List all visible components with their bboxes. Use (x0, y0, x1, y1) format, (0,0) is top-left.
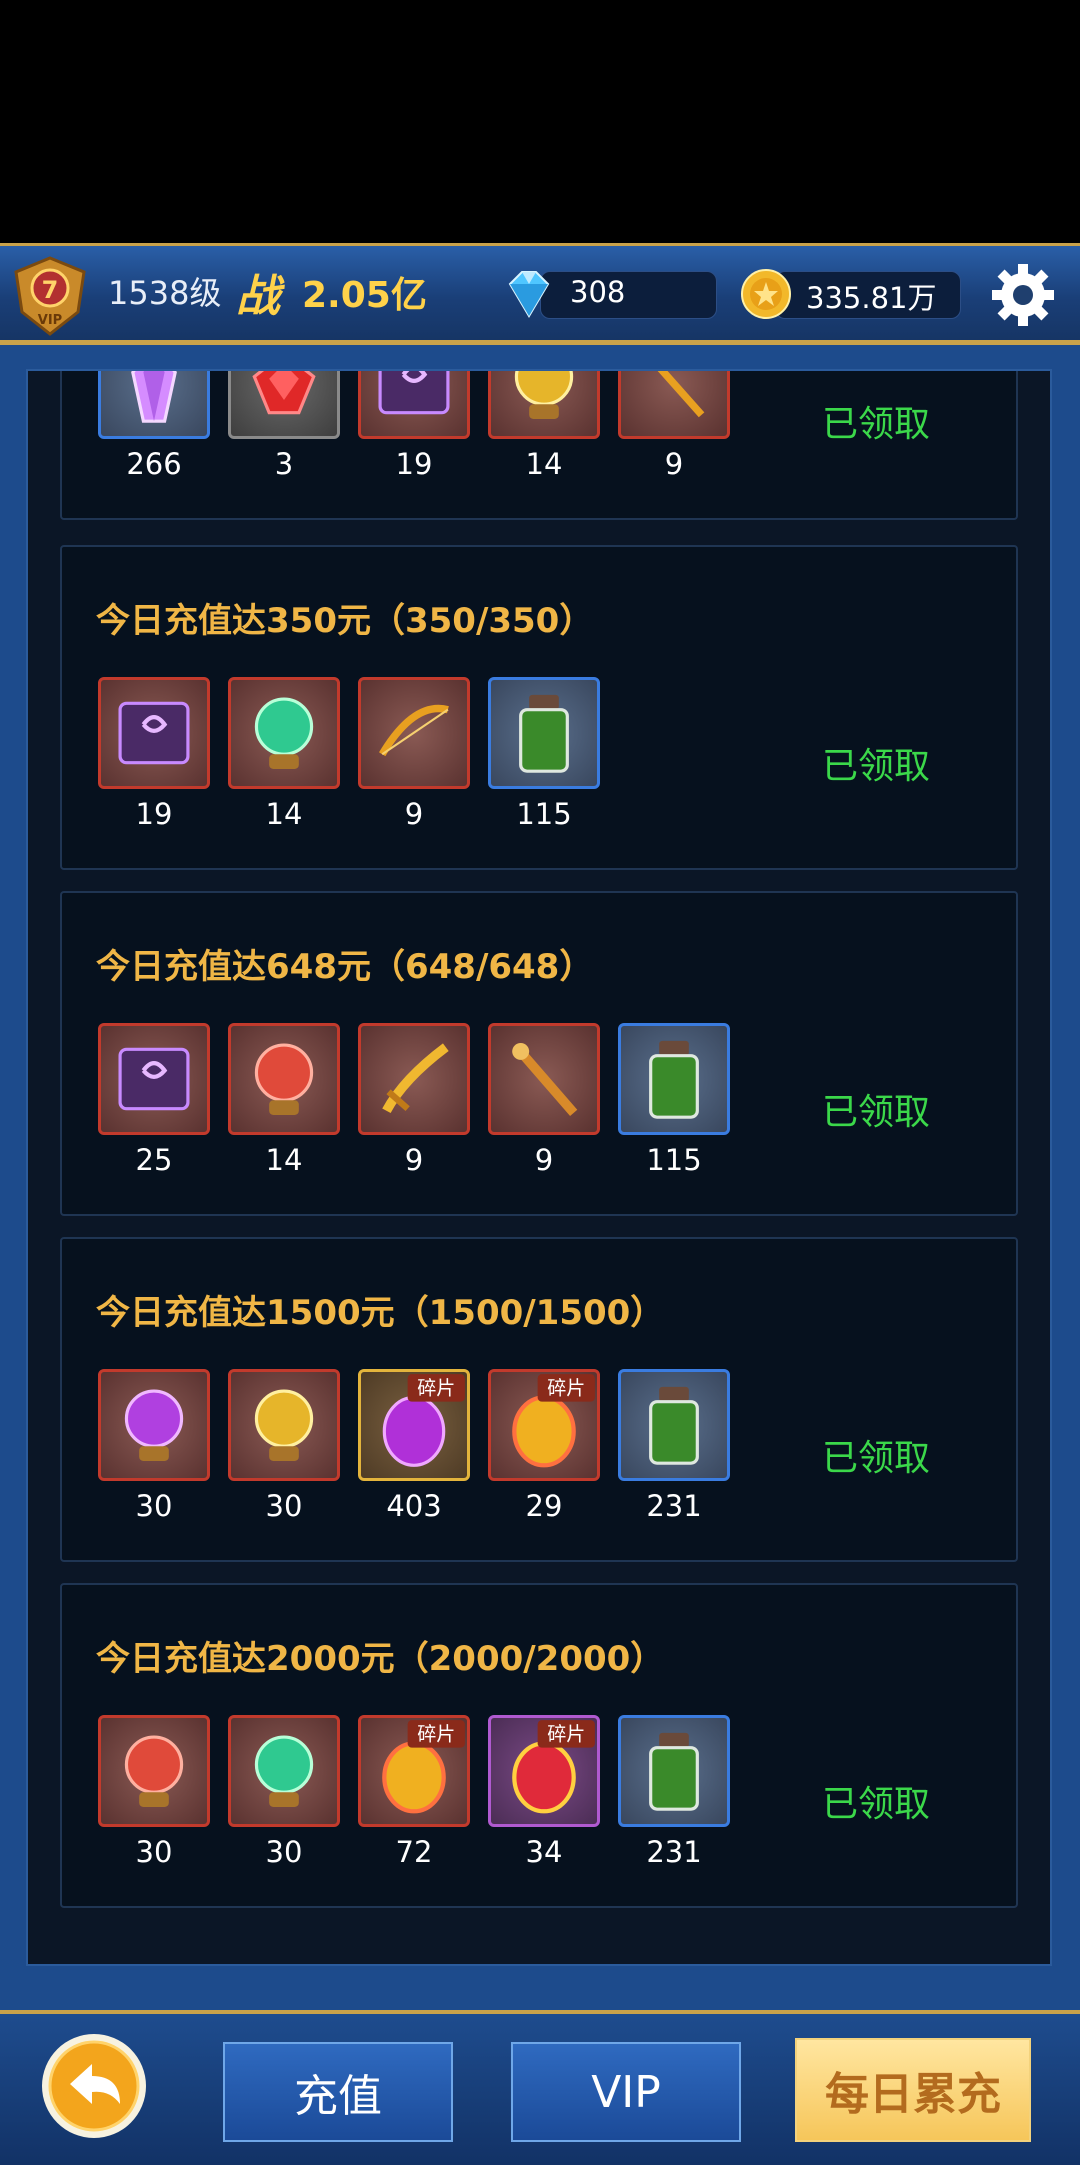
green-orb-icon[interactable] (228, 1715, 340, 1827)
green-potion-icon[interactable] (488, 677, 600, 789)
gold-orb-icon[interactable] (488, 371, 600, 439)
item-count: 403 (386, 1489, 442, 1523)
row-title: 今日充值达2000元（2000/2000） (96, 1639, 665, 1679)
spell-book-icon[interactable] (98, 1023, 210, 1135)
power-value: 2.05亿 (302, 275, 427, 316)
daily-recharge-tab[interactable]: 每日累充 (795, 2038, 1031, 2142)
purple-crystal-icon[interactable] (98, 371, 210, 439)
item-count: 9 (404, 1143, 424, 1177)
reward-row-partial: 266 3 19 14 9 已领取 (60, 371, 1018, 520)
item-count: 34 (525, 1835, 563, 1869)
item-count: 231 (646, 1489, 702, 1523)
red-egg-fragment-icon[interactable]: 碎片 (488, 1715, 600, 1827)
recharge-tab[interactable]: 充值 (223, 2042, 453, 2142)
gold-coin-icon (741, 269, 791, 319)
gold-orb-icon[interactable] (228, 1369, 340, 1481)
power-label: 战 (236, 271, 280, 322)
red-gem-icon[interactable] (228, 371, 340, 439)
reward-list[interactable]: 266 3 19 14 9 已领取 今日充值达350元（350/350） 19 … (26, 369, 1052, 1966)
gold-count: 335.81万 (806, 281, 937, 315)
svg-text:碎片: 碎片 (547, 1723, 585, 1745)
diamond-icon (508, 271, 550, 318)
item-count: 30 (265, 1489, 303, 1523)
svg-text:碎片: 碎片 (417, 1723, 455, 1745)
vip-shield-icon: 7 VIP (14, 256, 86, 336)
wooden-staff-icon[interactable] (488, 1023, 600, 1135)
claimed-status: 已领取 (822, 1784, 931, 1825)
svg-text:7: 7 (42, 276, 59, 304)
reward-row-1500: 今日充值达1500元（1500/1500） 碎片 碎片 30 30 403 29… (60, 1237, 1018, 1562)
green-orb-icon[interactable] (228, 677, 340, 789)
diamond-counter (540, 271, 717, 319)
gold-egg-fragment-icon[interactable]: 碎片 (488, 1369, 600, 1481)
gold-staff-icon[interactable] (618, 371, 730, 439)
reward-row-350: 今日充值达350元（350/350） 19 14 9 115 已领取 (60, 545, 1018, 870)
item-count: 3 (274, 447, 294, 481)
svg-text:碎片: 碎片 (547, 1377, 585, 1399)
item-count: 30 (135, 1489, 173, 1523)
claimed-status: 已领取 (822, 1092, 931, 1133)
red-orb-icon[interactable] (98, 1715, 210, 1827)
purple-orb-icon[interactable] (98, 1369, 210, 1481)
green-potion-icon[interactable] (618, 1715, 730, 1827)
svg-text:碎片: 碎片 (417, 1377, 455, 1399)
item-count: 9 (534, 1143, 554, 1177)
claimed-status: 已领取 (822, 746, 931, 787)
reward-row-2000: 今日充值达2000元（2000/2000） 碎片 碎片 30 30 72 34 … (60, 1583, 1018, 1908)
claimed-status: 已领取 (822, 404, 931, 445)
item-count: 14 (265, 1143, 303, 1177)
vip-tab[interactable]: VIP (511, 2042, 741, 2142)
item-count: 25 (135, 1143, 173, 1177)
svg-text:VIP: VIP (38, 313, 62, 328)
reward-row-648: 今日充值达648元（648/648） 25 14 9 9 115 已领取 (60, 891, 1018, 1216)
back-arrow-icon[interactable] (40, 2032, 148, 2140)
red-orb-icon[interactable] (228, 1023, 340, 1135)
item-count: 19 (135, 797, 173, 831)
item-count: 14 (265, 797, 303, 831)
item-count: 14 (525, 447, 563, 481)
item-count: 19 (395, 447, 433, 481)
gold-sword-icon[interactable] (358, 1023, 470, 1135)
item-count: 115 (516, 797, 572, 831)
item-count: 231 (646, 1835, 702, 1869)
purple-egg-fragment-icon[interactable]: 碎片 (358, 1369, 470, 1481)
item-count: 72 (395, 1835, 433, 1869)
item-count: 30 (135, 1835, 173, 1869)
spell-book-icon[interactable] (98, 677, 210, 789)
item-count: 115 (646, 1143, 702, 1177)
green-potion-icon[interactable] (618, 1369, 730, 1481)
item-count: 30 (265, 1835, 303, 1869)
reward-frame: 266 3 19 14 9 已领取 今日充值达350元（350/350） 19 … (0, 345, 1080, 2010)
bottom-nav: 充值 VIP 每日累充 (0, 2010, 1080, 2165)
spell-book-icon[interactable] (358, 371, 470, 439)
row-title: 今日充值达350元（350/350） (96, 601, 594, 641)
item-count: 9 (404, 797, 424, 831)
claimed-status: 已领取 (822, 1438, 931, 1479)
gold-egg-fragment-icon[interactable]: 碎片 (358, 1715, 470, 1827)
diamond-count: 308 (570, 275, 626, 309)
item-count: 29 (525, 1489, 563, 1523)
item-count: 266 (126, 447, 182, 481)
item-count: 9 (664, 447, 684, 481)
gold-bow-icon[interactable] (358, 677, 470, 789)
row-title: 今日充值达648元（648/648） (96, 947, 594, 987)
settings-gear-icon[interactable] (990, 262, 1056, 328)
vip-badge[interactable]: 7 VIP (8, 254, 92, 338)
row-title: 今日充值达1500元（1500/1500） (96, 1293, 665, 1333)
green-potion-icon[interactable] (618, 1023, 730, 1135)
player-level: 1538级 (108, 274, 222, 312)
top-status-bar: 7 VIP 1538级 战 2.05亿 308 335.81万 (0, 243, 1080, 345)
